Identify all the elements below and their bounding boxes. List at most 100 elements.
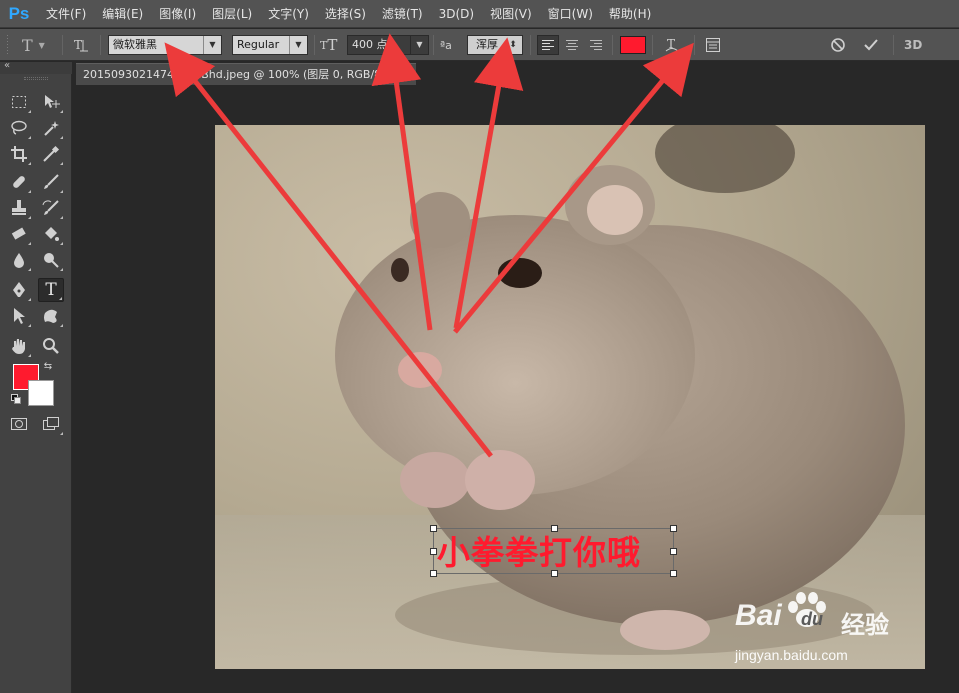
double-chevron-icon: « [4,60,11,71]
clone-stamp-tool[interactable] [6,196,32,220]
antialias-value: 浑厚 [476,38,498,51]
type-tool[interactable]: T [38,278,64,302]
path-selection-tool[interactable] [6,304,32,328]
brush-tool[interactable] [38,170,64,194]
zoom-tool[interactable] [38,334,64,358]
document-title: 20150930214745_YUBhd.jpeg @ 100% (图层 0, … [83,68,395,81]
default-colors-icon[interactable] [8,392,24,406]
stepper-icon: ⬍ [509,40,517,50]
text-color-swatch[interactable] [620,36,646,54]
resize-handle[interactable] [670,525,677,532]
separator [652,35,653,55]
baidu-jingyan-watermark: Bai du 经验 jingyan.baidu.com [733,591,923,669]
eyedropper-tool[interactable] [38,142,64,166]
menu-edit[interactable]: 编辑(E) [94,0,151,28]
tools-panel: T ⇆ [0,74,72,693]
lasso-icon [11,120,27,135]
options-grip [6,29,12,61]
quick-mask-icon [11,418,27,430]
resize-handle[interactable] [670,548,677,555]
type-tool-icon: T [22,35,33,55]
menu-file[interactable]: 文件(F) [38,0,94,28]
magic-wand-tool[interactable] [38,116,64,140]
warp-text-button[interactable]: T [664,29,684,61]
separator [100,35,101,55]
pen-icon [13,282,25,297]
align-left-button[interactable] [537,35,559,55]
font-size-dropdown[interactable]: 400 点 ▼ [347,35,429,55]
menu-image[interactable]: 图像(I) [151,0,204,28]
chevron-down-icon: ▼ [410,36,428,54]
move-icon [45,95,60,108]
separator [893,35,894,55]
document-tab[interactable]: 20150930214745_YUBhd.jpeg @ 100% (图层 0, … [76,63,416,85]
3d-button[interactable]: 3D [904,29,928,61]
magic-wand-icon [44,121,59,136]
menu-view[interactable]: 视图(V) [482,0,540,28]
menu-layer[interactable]: 图层(L) [204,0,260,28]
menu-help[interactable]: 帮助(H) [601,0,659,28]
marquee-icon [12,96,26,108]
font-style-dropdown[interactable]: Regular ▼ [232,35,308,55]
swap-colors-icon[interactable]: ⇆ [40,359,56,373]
pen-tool[interactable] [6,278,32,302]
separator [314,35,315,55]
toggle-orientation-button[interactable]: T [72,29,94,61]
eraser-tool[interactable] [6,222,32,246]
stamp-icon [12,200,26,215]
menu-type[interactable]: 文字(Y) [260,0,317,28]
hamster-photo[interactable] [215,125,925,669]
svg-text:T: T [74,38,82,52]
separator [530,35,531,55]
canvas-text-layer[interactable]: 小拳拳打你哦 [437,526,641,574]
marquee-tool[interactable] [6,90,32,114]
hand-tool[interactable] [6,334,32,358]
resize-handle[interactable] [430,548,437,555]
watermark-brand: Bai [735,599,782,632]
cancel-edits-button[interactable] [830,29,850,61]
resize-handle[interactable] [430,570,437,577]
panel-grip[interactable] [24,77,48,80]
resize-handle[interactable] [670,570,677,577]
water-drop-icon [14,253,24,268]
menu-select[interactable]: 选择(S) [317,0,374,28]
crop-tool[interactable] [6,142,32,166]
lasso-tool[interactable] [6,116,32,140]
path-select-icon [14,308,25,324]
antialias-dropdown[interactable]: 浑厚 ⬍ [467,35,523,55]
commit-edits-button[interactable] [863,29,883,61]
menu-window[interactable]: 窗口(W) [540,0,601,28]
resize-handle[interactable] [430,525,437,532]
tools-collapse-strip[interactable]: « [0,60,72,74]
font-size-icon: TT [320,36,338,54]
paint-bucket-tool[interactable] [38,222,64,246]
chevron-down-icon: ▼ [38,40,45,50]
brush-icon [44,174,59,189]
eraser-icon [11,227,26,240]
quick-mask-button[interactable] [6,412,32,436]
history-brush-tool[interactable] [38,196,64,220]
blur-tool[interactable] [6,248,32,272]
font-family-value: 微软雅黑 [113,38,157,51]
menu-3d[interactable]: 3D(D) [431,0,482,28]
move-tool[interactable] [38,90,64,114]
background-color-swatch[interactable] [28,380,54,406]
hamster-image [215,125,925,669]
align-center-icon [566,40,578,50]
menu-filter[interactable]: 滤镜(T) [374,0,431,28]
panel-toggle-icon [706,38,720,52]
align-center-button[interactable] [561,35,583,55]
screen-mode-button[interactable] [38,412,64,436]
close-icon[interactable]: × [402,64,410,85]
chevron-down-icon: ▼ [289,36,307,54]
font-family-dropdown[interactable]: 微软雅黑 ▼ [108,35,222,55]
custom-shape-tool[interactable] [38,304,64,328]
antialias-icon: ªa [440,38,452,52]
font-size-value: 400 点 [352,38,388,51]
type-tool-preset-picker[interactable]: T ▼ [22,29,58,61]
shape-icon [44,309,57,323]
align-right-button[interactable] [585,35,607,55]
dodge-tool[interactable] [38,248,64,272]
character-panel-button[interactable] [705,29,725,61]
healing-brush-tool[interactable] [6,170,32,194]
